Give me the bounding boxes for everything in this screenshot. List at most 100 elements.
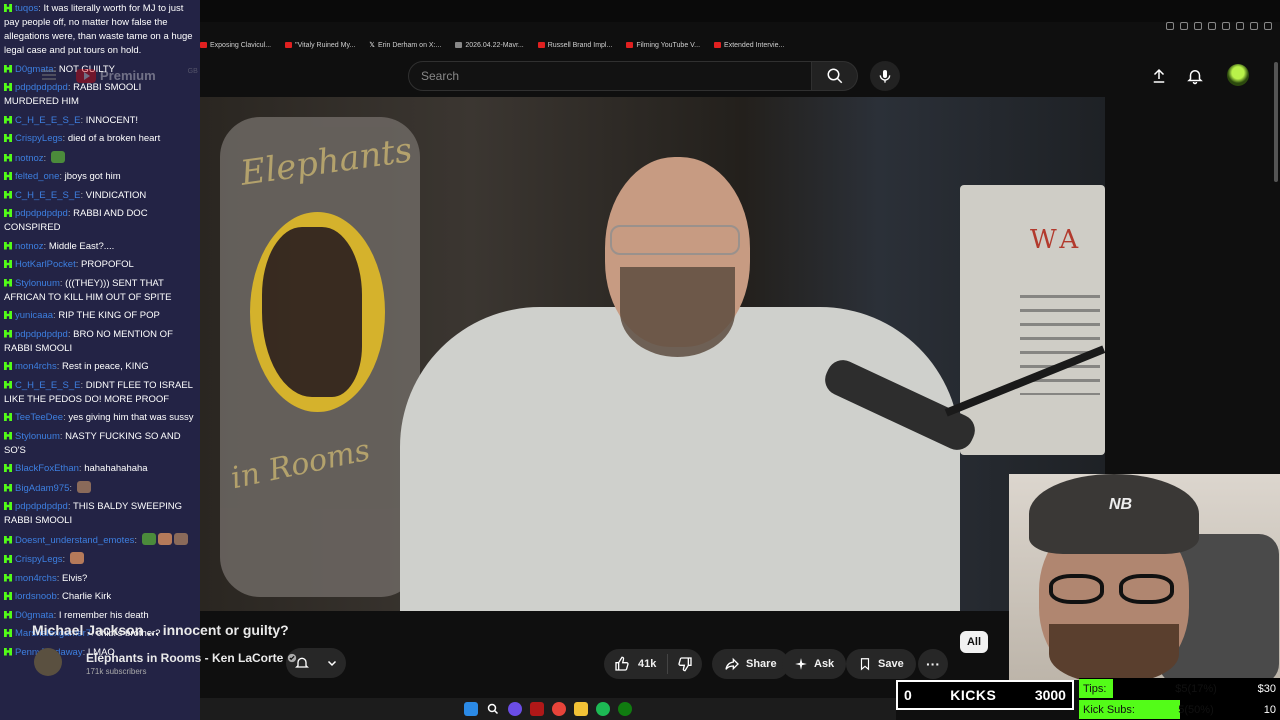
bookmark-item[interactable]: Extended Intervie... xyxy=(714,38,784,52)
search-box xyxy=(408,61,812,91)
share-button[interactable]: Share xyxy=(712,649,789,679)
extension-icon[interactable] xyxy=(1166,22,1174,30)
chat-separator: : xyxy=(134,534,140,546)
kick-badge-icon xyxy=(4,278,12,287)
chat-username[interactable]: D0gmata xyxy=(15,610,54,621)
extension-icon[interactable] xyxy=(1250,22,1258,30)
chat-username[interactable]: CrispyLegs xyxy=(15,133,63,144)
account-avatar[interactable] xyxy=(1227,64,1249,86)
search-icon xyxy=(827,68,842,84)
chat-text: VINDICATION xyxy=(85,189,147,201)
like-button[interactable]: 41k xyxy=(604,654,668,674)
chat-username[interactable]: mon4rchs xyxy=(15,361,57,372)
chat-username[interactable]: pdpdpdpdpd xyxy=(15,329,68,340)
voice-search-button[interactable] xyxy=(870,61,900,91)
chat-username[interactable]: Stylonuum xyxy=(15,431,60,442)
start-icon[interactable] xyxy=(464,702,478,716)
more-actions-button[interactable]: ··· xyxy=(918,649,948,679)
thumbs-down-icon xyxy=(678,657,692,672)
chat-username[interactable]: BlackFoxEthan xyxy=(15,463,79,474)
search-button[interactable] xyxy=(812,61,858,91)
chat-username[interactable]: C_H_E_E_S_E xyxy=(15,190,80,201)
streamer-glasses xyxy=(1049,574,1179,604)
search-icon[interactable] xyxy=(486,702,500,716)
search-input[interactable] xyxy=(409,62,811,90)
chat-username[interactable]: pdpdpdpdpd xyxy=(15,208,68,219)
chat-username[interactable]: felted_one xyxy=(15,171,59,182)
upload-button[interactable] xyxy=(1147,64,1171,88)
extension-icon[interactable] xyxy=(1180,22,1188,30)
chat-message: felted_one: jboys got him xyxy=(4,170,196,184)
extension-icon[interactable] xyxy=(1236,22,1244,30)
bookmark-label: Erin Derham on X:... xyxy=(377,41,442,49)
kicks-goal: 3000 xyxy=(1034,687,1066,703)
channel-avatar[interactable] xyxy=(34,648,62,676)
chip-all[interactable]: All xyxy=(960,631,988,653)
chrome-icon[interactable] xyxy=(552,702,566,716)
chat-username[interactable]: notnoz xyxy=(15,153,44,164)
xbox-icon[interactable] xyxy=(618,702,632,716)
chat-username[interactable]: Doesnt_understand_emotes xyxy=(15,535,134,546)
bookmark-item[interactable]: Filming YouTube V... xyxy=(626,38,700,52)
extension-icon[interactable] xyxy=(1194,22,1202,30)
chat-username[interactable]: notnoz xyxy=(15,241,44,252)
dislike-button[interactable] xyxy=(668,656,702,672)
chat-username[interactable]: BigAdam975 xyxy=(15,483,69,494)
video-player[interactable]: Elephants in Rooms WA xyxy=(200,97,1105,611)
bookmark-item[interactable]: "Vitaly Ruined My... xyxy=(285,38,355,52)
share-label: Share xyxy=(746,658,777,670)
chat-message: C_H_E_E_S_E: VINDICATION xyxy=(4,189,196,203)
bookmark-item[interactable]: Exposing Clavicul... xyxy=(200,38,271,52)
discord-icon[interactable] xyxy=(508,702,522,716)
chat-text: hahahahahaha xyxy=(84,463,148,474)
kick-badge-icon xyxy=(4,209,12,217)
chat-username[interactable]: C_H_E_E_S_E xyxy=(15,115,80,126)
chat-emote-icon xyxy=(141,532,156,545)
sparkle-icon xyxy=(795,658,807,670)
extension-icon[interactable] xyxy=(1222,22,1230,30)
chat-username[interactable]: Stylonuum xyxy=(15,278,60,289)
chat-username[interactable]: CrispyLegs xyxy=(15,554,63,565)
save-button[interactable]: Save xyxy=(846,649,916,679)
kick-badge-icon xyxy=(4,362,12,370)
youtube-logo[interactable]: Premium GB xyxy=(76,68,198,83)
chat-username[interactable]: yunicaaa xyxy=(15,310,53,321)
chat-username[interactable]: pdpdpdpdpd xyxy=(15,82,68,93)
ask-button[interactable]: Ask xyxy=(782,649,847,679)
chat-message: HotKarlPocket: PROPOFOL xyxy=(4,258,196,272)
extension-icon[interactable] xyxy=(1208,22,1216,30)
upload-icon xyxy=(1153,68,1165,83)
kick-badge-icon xyxy=(4,115,12,124)
chat-username[interactable]: C_H_E_E_S_E xyxy=(15,380,80,391)
notifications-button[interactable] xyxy=(1183,64,1207,88)
chat-username[interactable]: lordsnoob xyxy=(15,591,57,602)
menu-icon[interactable] xyxy=(42,70,56,80)
chat-username[interactable]: pdpdpdpdpd xyxy=(15,501,68,512)
wall-poster: WA xyxy=(960,185,1105,455)
chat-username[interactable]: TeeTeeDee xyxy=(15,412,63,423)
bookmark-item[interactable]: Russell Brand Impl... xyxy=(537,38,612,52)
chat-username[interactable]: mon4rchs xyxy=(15,573,57,584)
chat-username[interactable]: HotKarlPocket xyxy=(15,259,76,270)
ask-label: Ask xyxy=(814,658,835,670)
kick-badge-icon xyxy=(4,464,12,472)
channel-name-row[interactable]: Elephants in Rooms - Ken LaCorte xyxy=(86,651,297,665)
extension-icon[interactable] xyxy=(1264,22,1272,30)
save-label: Save xyxy=(878,658,904,670)
bookmark-item[interactable]: 2026.04.22-Mavr... xyxy=(455,38,524,52)
region-code: GB xyxy=(187,68,198,75)
chat-text: jboys got him xyxy=(64,171,121,182)
kick-badge-icon xyxy=(4,555,12,563)
chat-message: D0gmata: I remember his death xyxy=(4,609,196,623)
chat-username[interactable]: tuqos xyxy=(15,3,38,14)
chat-message: pdpdpdpdpd: RABBI AND DOC CONSPIRED xyxy=(4,207,196,235)
favicon-icon xyxy=(455,42,463,48)
page-scrollbar[interactable] xyxy=(1274,62,1278,182)
bookmark-label: Exposing Clavicul... xyxy=(210,41,272,49)
folder-icon[interactable] xyxy=(574,702,588,716)
chat-text: Elvis? xyxy=(62,572,88,584)
app-icon[interactable] xyxy=(530,702,544,716)
bookmark-item[interactable]: 𝕏 Erin Derham on X:... xyxy=(369,38,441,52)
spotify-icon[interactable] xyxy=(596,702,610,716)
channel-name[interactable]: Elephants in Rooms - Ken LaCorte xyxy=(86,651,283,665)
